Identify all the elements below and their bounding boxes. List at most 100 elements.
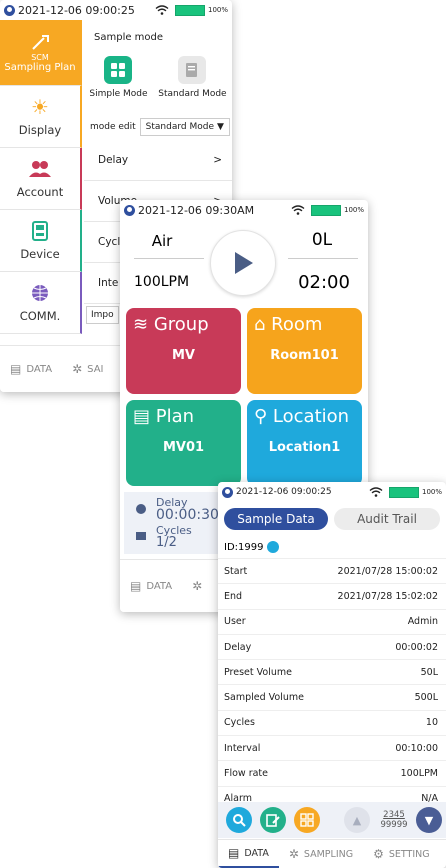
sidebar-item-label: Account bbox=[16, 185, 64, 199]
tile-value: Room101 bbox=[270, 348, 339, 363]
row-value: Admin bbox=[407, 616, 438, 628]
pagination: 2345 99999 bbox=[376, 807, 412, 833]
sidebar-item-comm[interactable]: COMM. bbox=[0, 272, 82, 334]
row-label: End bbox=[224, 590, 243, 602]
volume-value: 0L bbox=[311, 230, 333, 250]
status-bar: 2021-12-06 09:00:25 100% bbox=[0, 0, 232, 20]
sampling-icon: ✲ bbox=[72, 362, 83, 376]
caret-down-icon: ▼ bbox=[217, 122, 224, 132]
table-row: Cycles 10 bbox=[218, 711, 446, 737]
status-bar: 2021-12-06 09:30AM 100% bbox=[120, 200, 368, 220]
page-down-button[interactable]: ▼ bbox=[416, 807, 442, 833]
mode-edit-label: mode edit bbox=[90, 122, 136, 132]
report-icon: ▤ bbox=[228, 846, 240, 860]
room-tile[interactable]: ⌂ Room Room101 bbox=[247, 308, 362, 394]
standard-mode-option[interactable]: Standard Mode bbox=[158, 56, 227, 99]
nav-sampling[interactable]: ✲ SAMPLING bbox=[279, 847, 363, 861]
location-tile[interactable]: ⚲ Location Location1 bbox=[247, 400, 362, 486]
row-label: Start bbox=[224, 565, 248, 577]
sidebar-item-account[interactable]: Account bbox=[0, 148, 82, 210]
mode-edit-value: Standard Mode bbox=[145, 122, 214, 132]
grid-view-button[interactable] bbox=[294, 807, 320, 833]
simple-mode-option[interactable]: Simple Mode bbox=[89, 56, 148, 99]
table-row: User Admin bbox=[218, 610, 446, 635]
page-up-button[interactable]: ▲ bbox=[344, 807, 370, 833]
search-button[interactable] bbox=[226, 807, 252, 833]
report-icon: ▤ bbox=[10, 362, 22, 376]
record-id-row: ID:1999 bbox=[224, 536, 280, 558]
play-icon bbox=[235, 252, 253, 274]
info-icon[interactable] bbox=[267, 541, 280, 553]
nav-sampling[interactable]: ✲ bbox=[182, 579, 212, 593]
edit-button[interactable] bbox=[260, 807, 286, 833]
row-label: Sampled Volume bbox=[224, 692, 305, 704]
sidebar-item-label: Device bbox=[20, 247, 60, 261]
row-label: Cycles bbox=[224, 717, 255, 729]
edit-icon bbox=[266, 814, 280, 827]
data-screen: 2021-12-06 09:00:25 100% Sample Data Aud… bbox=[218, 482, 446, 868]
standard-mode-label: Standard Mode bbox=[158, 89, 227, 99]
nav-data[interactable]: ▤ DATA bbox=[218, 840, 279, 868]
nav-sampling[interactable]: ✲ SAI bbox=[62, 362, 113, 376]
sidebar-item-label: Sampling Plan bbox=[4, 62, 76, 73]
row-label: Preset Volume bbox=[224, 666, 292, 678]
status-bar: 2021-12-06 09:00:25 100% bbox=[218, 482, 446, 502]
tile-label-wrap: ⌂ Room bbox=[254, 314, 322, 335]
divider bbox=[288, 258, 358, 259]
plan-tile[interactable]: ▤ Plan MV01 bbox=[126, 400, 241, 486]
bottom-nav: ▤ DATA ✲ SAMPLING ⚙ SETTING bbox=[218, 839, 446, 868]
user-icon bbox=[4, 4, 15, 16]
sampling-plan-badge: SCM bbox=[31, 53, 49, 62]
sampling-plan-icon bbox=[29, 32, 51, 54]
grid-icon bbox=[104, 56, 133, 84]
table-row: Delay 00:00:02 bbox=[218, 635, 446, 661]
clock-icon bbox=[136, 504, 146, 514]
tile-value: MV bbox=[172, 348, 195, 363]
play-button[interactable] bbox=[210, 230, 276, 296]
sidebar-item-label: COMM. bbox=[19, 309, 61, 323]
sidebar-item-sampling-plan[interactable]: SCM Sampling Plan bbox=[0, 20, 82, 86]
page-current[interactable]: 2345 bbox=[383, 810, 405, 820]
import-button[interactable]: Impo bbox=[86, 306, 119, 324]
battery-percent: 100% bbox=[343, 206, 364, 214]
tab-audit-trail[interactable]: Audit Trail bbox=[334, 508, 440, 530]
status-time: 2021-12-06 09:00:25 bbox=[18, 3, 135, 17]
wifi-icon bbox=[369, 487, 383, 497]
group-tile[interactable]: ≋ Group MV bbox=[126, 308, 241, 394]
battery-icon bbox=[174, 4, 205, 16]
cycles-value: 1/2 bbox=[156, 535, 177, 550]
row-label: Delay bbox=[224, 641, 252, 653]
delay-row[interactable]: Delay > bbox=[84, 140, 232, 181]
sidebar-item-display[interactable]: ☀ Display bbox=[0, 86, 82, 148]
sun-icon: ☀ bbox=[31, 95, 49, 119]
status-time: 2021-12-06 09:00:25 bbox=[236, 487, 332, 497]
nav-data[interactable]: ▤ DATA bbox=[120, 579, 182, 593]
user-icon bbox=[222, 486, 233, 498]
nav-label: DATA bbox=[146, 580, 173, 592]
sidebar: SCM Sampling Plan ☀ Display Account Devi… bbox=[0, 20, 82, 342]
document-icon: ▤ bbox=[133, 406, 151, 427]
document-edit-icon bbox=[178, 56, 207, 84]
data-table: Start 2021/07/28 15:00:02 End 2021/07/28 1… bbox=[218, 558, 446, 812]
row-value: 100LPM bbox=[400, 768, 438, 780]
row-value: 500L bbox=[414, 692, 438, 704]
battery-percent: 100% bbox=[207, 6, 228, 14]
row-value: 10 bbox=[425, 717, 438, 729]
sidebar-item-device[interactable]: Device bbox=[0, 210, 82, 272]
tab-sample-data[interactable]: Sample Data bbox=[224, 508, 328, 530]
cycles-icon bbox=[136, 532, 146, 540]
sampling-icon: ✲ bbox=[192, 579, 203, 593]
row-label: Interval bbox=[224, 742, 261, 754]
tile-label: Room bbox=[271, 314, 323, 335]
battery-icon bbox=[388, 486, 419, 498]
nav-label: DATA bbox=[26, 363, 53, 375]
row-label: Cycl bbox=[98, 236, 121, 248]
tile-label: Group bbox=[153, 314, 209, 335]
nav-data[interactable]: ▤ DATA bbox=[0, 362, 62, 376]
battery-percent: 100% bbox=[421, 488, 442, 496]
table-row: Preset Volume 50L bbox=[218, 660, 446, 686]
table-row: End 2021/07/28 15:02:02 bbox=[218, 584, 446, 610]
mode-edit-select[interactable]: Standard Mode ▼ bbox=[139, 118, 230, 136]
nav-setting[interactable]: ⚙ SETTING bbox=[363, 847, 440, 861]
record-id: ID:1999 bbox=[224, 541, 264, 553]
